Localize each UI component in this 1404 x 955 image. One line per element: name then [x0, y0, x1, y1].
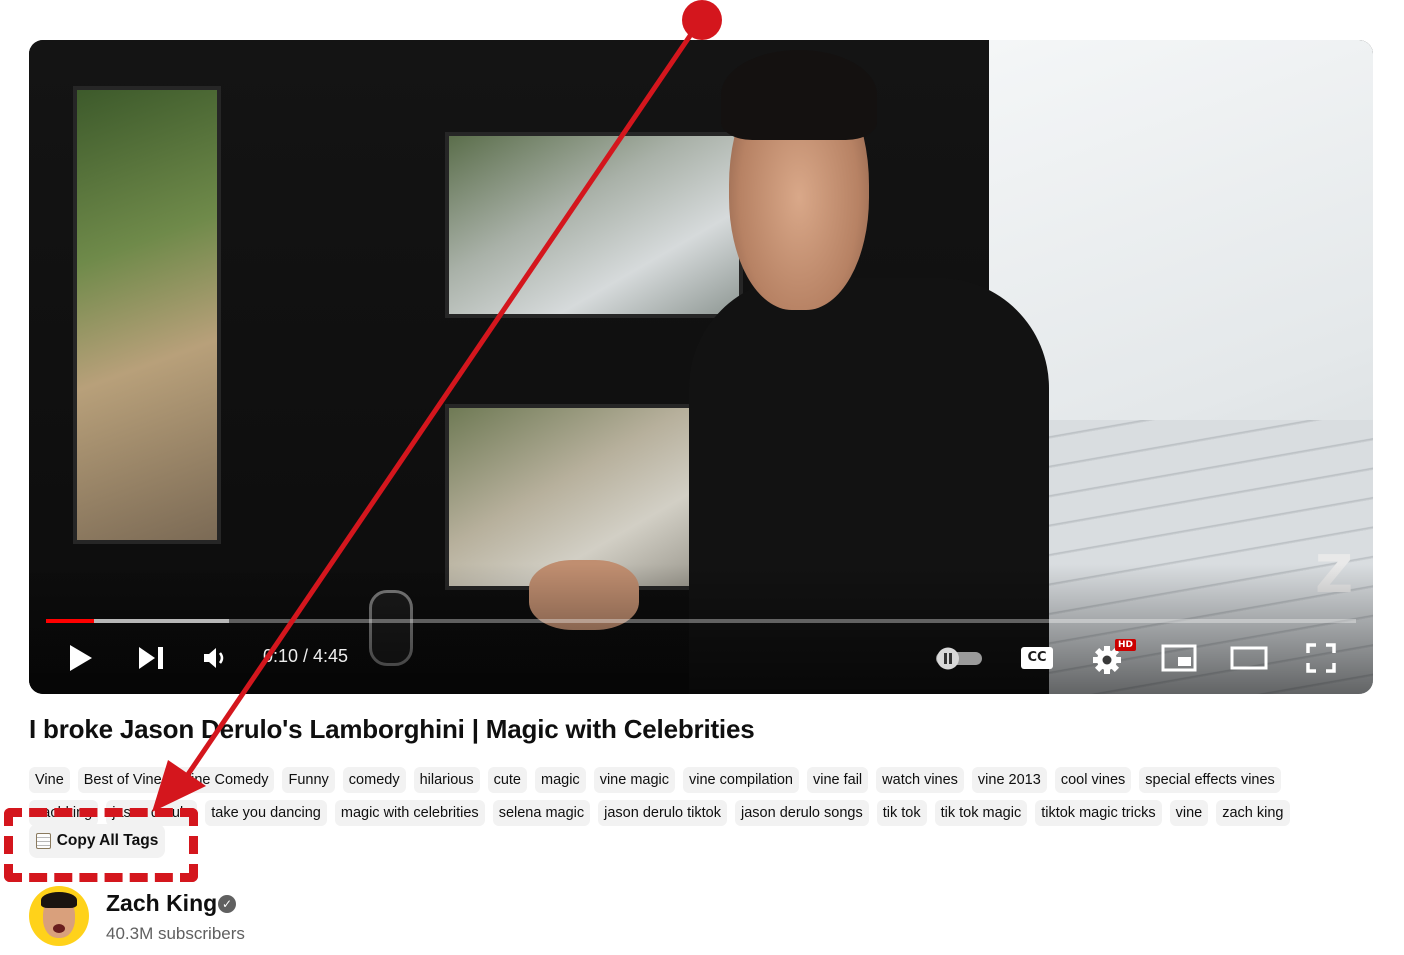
progress-bar[interactable] [46, 619, 1356, 623]
tag-chip[interactable]: special effects vines [1139, 767, 1281, 793]
time-display: 0:10 / 4:45 [263, 646, 349, 666]
volume-icon [204, 648, 224, 668]
captions-icon: CC [1021, 647, 1053, 669]
tag-chip[interactable]: selena magic [492, 800, 591, 826]
tag-chip[interactable]: vine 2013 [971, 767, 1047, 793]
tag-chip[interactable]: vine fail [806, 767, 869, 793]
next-button[interactable] [133, 638, 169, 678]
tag-chip[interactable]: Best of Vine [77, 767, 168, 793]
miniplayer-icon [1161, 644, 1197, 672]
tag-chip[interactable]: take you dancing [205, 800, 327, 826]
tag-chip[interactable]: jason derulo tiktok [598, 800, 727, 826]
autoplay-toggle-icon [936, 647, 982, 670]
tag-chip[interactable]: cool vines [1054, 767, 1132, 793]
tag-chip[interactable]: vine compilation [683, 767, 799, 793]
video-title: I broke Jason Derulo's Lamborghini | Mag… [29, 714, 755, 744]
tag-chip[interactable]: cute [487, 767, 527, 793]
channel-avatar[interactable] [29, 886, 89, 946]
tag-chip[interactable]: zach king [1216, 800, 1290, 826]
tag-chip[interactable]: Funny [282, 767, 335, 793]
theater-mode-icon [1230, 646, 1268, 670]
theater-mode-button[interactable] [1229, 638, 1269, 678]
fullscreen-icon [1306, 643, 1336, 673]
scene-window [73, 86, 221, 544]
play-icon [70, 645, 92, 671]
youtube-watch-page: Z 0:10 / 4:45 CC [0, 0, 1404, 955]
scene-person-hair [721, 50, 877, 140]
play-button[interactable] [63, 638, 99, 678]
fullscreen-button[interactable] [1303, 638, 1339, 678]
tag-list: Vine Best of Vine Vine Comedy Funny comedy hi… [29, 767, 1349, 826]
annotation-dot [682, 0, 722, 40]
scene-window [445, 132, 743, 318]
tag-chip[interactable]: watch vines [876, 767, 964, 793]
tag-chip[interactable]: hilarious [413, 767, 480, 793]
tag-chip[interactable]: magic with celebrities [334, 800, 485, 826]
video-player[interactable]: Z 0:10 / 4:45 CC [29, 40, 1373, 694]
tag-chip[interactable]: vine magic [593, 767, 675, 793]
tag-chip[interactable]: tiktok magic tricks [1035, 800, 1162, 826]
tag-chip[interactable]: tik tok magic [934, 800, 1028, 826]
captions-button[interactable]: CC [1017, 638, 1057, 678]
tag-chip[interactable]: tik tok [876, 800, 927, 826]
channel-name[interactable]: Zach King [106, 890, 217, 917]
settings-button[interactable]: HD [1089, 638, 1137, 678]
subscriber-count: 40.3M subscribers [106, 924, 245, 943]
tag-chip[interactable]: Vine [29, 767, 70, 793]
miniplayer-button[interactable] [1159, 638, 1199, 678]
annotation-highlight-box [4, 808, 198, 882]
tag-chip[interactable]: jason derulo songs [735, 800, 869, 826]
progress-played [46, 619, 95, 623]
tag-chip[interactable]: Vine Comedy [175, 767, 275, 793]
skip-next-icon [139, 647, 163, 669]
tag-chip[interactable]: comedy [342, 767, 406, 793]
avatar-hair [41, 892, 77, 908]
hd-badge: HD [1115, 639, 1137, 651]
tag-chip[interactable]: vine [1169, 800, 1209, 826]
mute-button[interactable] [201, 638, 231, 678]
verified-check-icon: ✓ [218, 895, 236, 913]
tag-chip[interactable]: magic [535, 767, 586, 793]
autoplay-toggle[interactable] [933, 638, 985, 678]
avatar-mouth [53, 924, 65, 933]
